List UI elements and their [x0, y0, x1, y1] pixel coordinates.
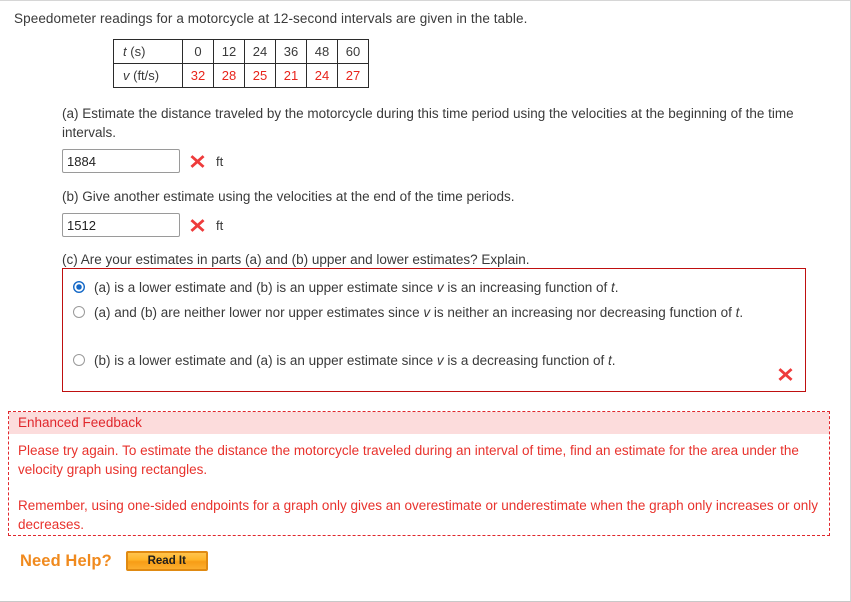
option-text-segment: (b) is a lower estimate and (a) is an up… — [94, 353, 437, 368]
part-a-answer-row: ft — [62, 149, 832, 173]
exercise-page: Speedometer readings for a motorcycle at… — [0, 0, 851, 602]
part-a-unit-label: ft — [216, 153, 224, 169]
option-text-segment: v — [436, 353, 444, 368]
table-cell-t3: 36 — [275, 39, 307, 64]
option-text-segment: is a decreasing function of — [443, 353, 609, 368]
radio-option-neither[interactable]: (a) and (b) are neither lower nor upper … — [63, 303, 803, 323]
table-cell-t5: 60 — [337, 39, 369, 64]
radio-label-neither: (a) and (b) are neither lower nor upper … — [94, 303, 743, 323]
option-text-segment: . — [739, 305, 744, 320]
table-cell-v0: 32 — [182, 63, 214, 88]
part-c-options-group: (a) is a lower estimate and (b) is an up… — [62, 268, 806, 392]
speedometer-table: t (s) 0 12 24 36 48 60 v (ft/s) 32 28 25… — [113, 39, 369, 88]
radio-button-increasing[interactable] — [73, 281, 85, 293]
enhanced-feedback-body: Please try again. To estimate the distan… — [9, 434, 829, 534]
time-unit-label: (s) — [126, 44, 146, 59]
question-part-c: (c) Are your estimates in parts (a) and … — [62, 250, 832, 269]
part-a-prompt: (a) Estimate the distance traveled by th… — [62, 106, 794, 140]
option-text-segment: (a) is a lower estimate and (b) is an up… — [94, 280, 437, 295]
table-row-time: t (s) 0 12 24 36 48 60 — [113, 39, 369, 64]
intro-statement: Speedometer readings for a motorcycle at… — [14, 11, 528, 26]
part-b-answer-row: ft — [62, 213, 832, 237]
radio-button-decreasing[interactable] — [73, 354, 85, 366]
radio-button-neither[interactable] — [73, 306, 85, 318]
speedometer-table-wrapper: t (s) 0 12 24 36 48 60 v (ft/s) 32 28 25… — [113, 39, 369, 88]
table-cell-t2: 24 — [244, 39, 276, 64]
table-cell-t0: 0 — [182, 39, 214, 64]
part-b-answer-input[interactable] — [62, 213, 180, 237]
table-header-time: t (s) — [113, 39, 183, 64]
option-text-segment: is an increasing function of — [443, 280, 612, 295]
radio-option-increasing[interactable]: (a) is a lower estimate and (b) is an up… — [63, 278, 803, 298]
read-it-button[interactable]: Read It — [125, 551, 208, 571]
part-b-prompt: (b) Give another estimate using the velo… — [62, 189, 515, 204]
part-c-prompt: (c) Are your estimates in parts (a) and … — [62, 252, 530, 267]
question-part-b: (b) Give another estimate using the velo… — [62, 187, 832, 237]
cross-mark-icon — [778, 368, 793, 381]
radio-label-increasing: (a) is a lower estimate and (b) is an up… — [94, 278, 619, 298]
table-header-velocity: v (ft/s) — [113, 63, 183, 88]
table-cell-t1: 12 — [213, 39, 245, 64]
option-text-segment: v — [436, 280, 444, 295]
need-help-section: Need Help? Read It — [20, 551, 208, 571]
table-cell-v3: 21 — [275, 63, 307, 88]
option-text-segment: . — [614, 280, 619, 295]
table-cell-v5: 27 — [337, 63, 369, 88]
exercise-content: Speedometer readings for a motorcycle at… — [0, 1, 838, 601]
option-text-segment: . — [611, 353, 616, 368]
part-a-answer-input[interactable] — [62, 149, 180, 173]
velocity-unit-label: (ft/s) — [129, 68, 160, 83]
question-part-a: (a) Estimate the distance traveled by th… — [62, 104, 832, 173]
cross-mark-icon — [190, 218, 205, 232]
need-help-label: Need Help? — [20, 551, 112, 570]
table-row-velocity: v (ft/s) 32 28 25 21 24 27 — [113, 63, 369, 88]
table-cell-t4: 48 — [306, 39, 338, 64]
radio-label-decreasing: (b) is a lower estimate and (a) is an up… — [94, 351, 616, 371]
cross-mark-icon — [190, 154, 205, 168]
table-cell-v4: 24 — [306, 63, 338, 88]
radio-option-decreasing[interactable]: (b) is a lower estimate and (a) is an up… — [63, 351, 803, 371]
part-b-unit-label: ft — [216, 217, 224, 233]
feedback-paragraph-2: Remember, using one-sided endpoints for … — [18, 498, 818, 532]
table-cell-v1: 28 — [213, 63, 245, 88]
option-text-segment: (a) and (b) are neither lower nor upper … — [94, 305, 424, 320]
enhanced-feedback-title: Enhanced Feedback — [9, 412, 829, 434]
feedback-paragraph-1: Please try again. To estimate the distan… — [18, 443, 799, 477]
enhanced-feedback-panel: Enhanced Feedback Please try again. To e… — [8, 411, 830, 536]
option-text-segment: is neither an increasing nor decreasing … — [430, 305, 736, 320]
table-cell-v2: 25 — [244, 63, 276, 88]
